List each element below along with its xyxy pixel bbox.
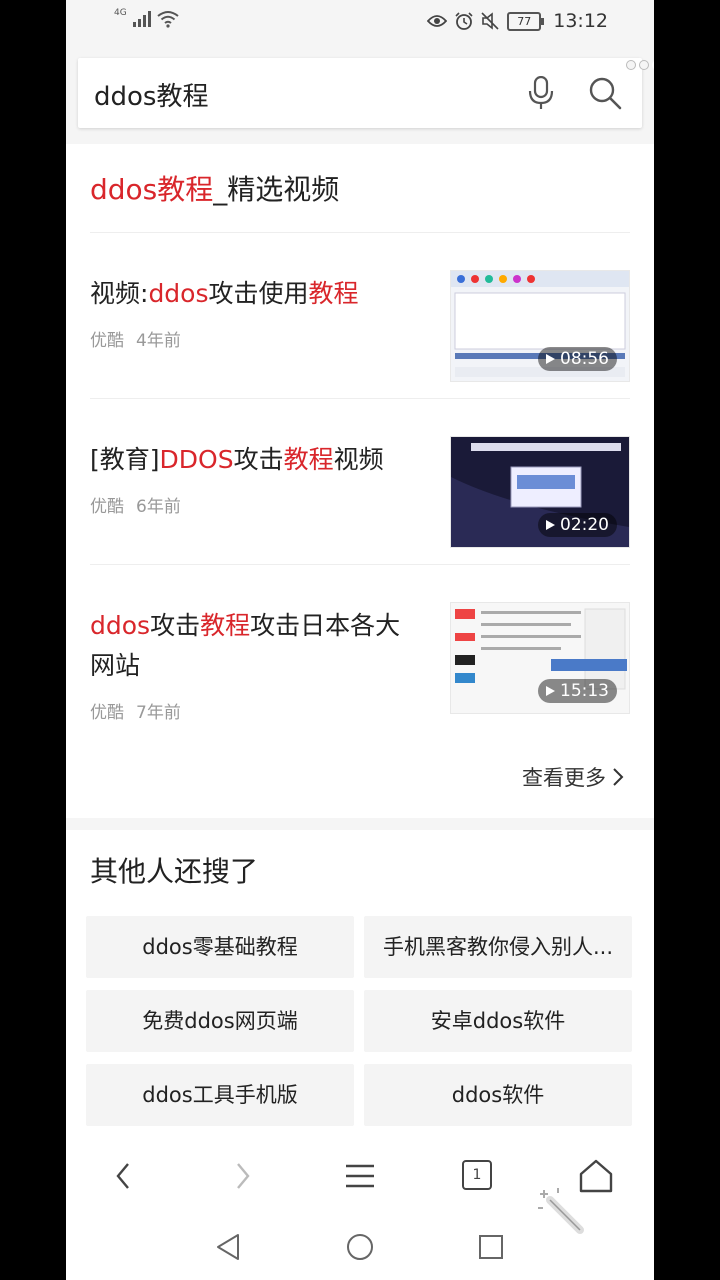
see-more-label: 查看更多 bbox=[522, 766, 606, 790]
video-meta: 优酷 4年前 bbox=[90, 326, 193, 351]
duration-text: 08:56 bbox=[560, 349, 609, 369]
video-source: 优酷 bbox=[90, 331, 124, 351]
forward-icon[interactable] bbox=[222, 1156, 262, 1196]
related-item[interactable]: 免费ddos网页端 bbox=[86, 990, 354, 1052]
title-text: 视频 bbox=[333, 445, 384, 474]
menu-icon[interactable] bbox=[340, 1156, 380, 1196]
video-thumbnail[interactable]: 08:56 bbox=[450, 270, 630, 382]
video-meta: 优酷 6年前 bbox=[90, 492, 193, 517]
title-keyword: ddos bbox=[148, 279, 209, 308]
related-item[interactable]: ddos软件 bbox=[364, 1064, 632, 1126]
video-title[interactable]: [教育]DDOS攻击教程视频 bbox=[90, 440, 420, 480]
video-title[interactable]: ddos攻击教程攻击日本各大网站 bbox=[90, 606, 420, 686]
tabs-count: 1 bbox=[462, 1160, 492, 1190]
video-title[interactable]: 视频:ddos攻击使用教程 bbox=[90, 274, 420, 314]
video-section-title[interactable]: ddos教程_精选视频 bbox=[90, 168, 339, 208]
page-dot bbox=[639, 60, 649, 70]
nav-back-icon[interactable] bbox=[214, 1232, 244, 1262]
network-label: 4G bbox=[114, 8, 127, 18]
title-keyword: ddos教程 bbox=[90, 173, 214, 206]
title-rest: _精选视频 bbox=[213, 173, 340, 206]
video-age: 7年前 bbox=[136, 703, 181, 723]
phone-screen: 4G 77 13:12 ddos教程 ddos教程_精选视频 视频:ddos攻击… bbox=[66, 0, 654, 1280]
divider bbox=[90, 232, 630, 233]
search-icon[interactable] bbox=[588, 76, 622, 110]
back-icon[interactable] bbox=[104, 1156, 144, 1196]
duration-text: 02:20 bbox=[560, 515, 609, 535]
status-left: 4G bbox=[114, 8, 179, 28]
video-age: 6年前 bbox=[136, 497, 181, 517]
mute-icon bbox=[481, 12, 499, 30]
related-searches: 其他人还搜了 ddos零基础教程 手机黑客教你侵入别人... 免费ddos网页端… bbox=[66, 830, 654, 1132]
play-icon bbox=[546, 354, 555, 364]
status-bar: 4G 77 13:12 bbox=[66, 0, 654, 46]
video-thumbnail[interactable]: 02:20 bbox=[450, 436, 630, 548]
alarm-icon bbox=[455, 12, 473, 30]
title-text: 视频: bbox=[90, 279, 149, 308]
page-dot bbox=[626, 60, 636, 70]
signal-icon bbox=[132, 11, 151, 27]
chevron-right-icon bbox=[613, 768, 624, 786]
status-right: 77 13:12 bbox=[427, 10, 608, 32]
related-item[interactable]: ddos工具手机版 bbox=[86, 1064, 354, 1126]
microphone-icon[interactable] bbox=[528, 76, 554, 110]
related-title: 其他人还搜了 bbox=[90, 855, 259, 888]
battery-indicator: 77 bbox=[507, 11, 545, 31]
title-keyword: 教程 bbox=[308, 279, 359, 308]
title-keyword: 教程 bbox=[283, 445, 334, 474]
search-bar[interactable]: ddos教程 bbox=[78, 58, 642, 128]
title-keyword: 教程 bbox=[200, 611, 251, 640]
video-duration: 15:13 bbox=[538, 679, 617, 703]
related-item[interactable]: 手机黑客教你侵入别人... bbox=[364, 916, 632, 978]
video-source: 优酷 bbox=[90, 497, 124, 517]
video-source: 优酷 bbox=[90, 703, 124, 723]
tabs-button[interactable]: 1 bbox=[458, 1156, 498, 1196]
search-input[interactable]: ddos教程 bbox=[94, 76, 208, 113]
video-age: 4年前 bbox=[136, 331, 181, 351]
clock: 13:12 bbox=[553, 10, 608, 32]
nav-recents-icon[interactable] bbox=[476, 1232, 506, 1262]
grid-shortcut-icon[interactable] bbox=[626, 1190, 654, 1232]
divider bbox=[90, 398, 630, 399]
title-keyword: ddos bbox=[90, 611, 151, 640]
wifi-icon bbox=[157, 11, 179, 28]
eye-icon bbox=[427, 15, 448, 27]
play-icon bbox=[546, 686, 555, 696]
video-meta: 优酷 7年前 bbox=[90, 698, 193, 723]
magic-wand-icon[interactable] bbox=[536, 1186, 586, 1236]
page-dot-active bbox=[652, 60, 654, 70]
title-text: 攻击使用 bbox=[208, 279, 309, 308]
title-text: 攻击 bbox=[233, 445, 284, 474]
nav-home-icon[interactable] bbox=[345, 1232, 375, 1262]
title-text: 攻击 bbox=[150, 611, 201, 640]
see-more-link[interactable]: 查看更多 bbox=[522, 762, 624, 792]
divider bbox=[90, 564, 630, 565]
video-thumbnail[interactable]: 15:13 bbox=[450, 602, 630, 714]
video-duration: 08:56 bbox=[538, 347, 617, 371]
duration-text: 15:13 bbox=[560, 681, 609, 701]
page-indicator bbox=[626, 60, 654, 70]
video-section: ddos教程_精选视频 视频:ddos攻击使用教程 优酷 4年前 08:56 [教育]D… bbox=[66, 144, 654, 818]
related-item[interactable]: ddos零基础教程 bbox=[86, 916, 354, 978]
title-keyword: DDOS bbox=[159, 445, 234, 474]
related-item[interactable]: 安卓ddos软件 bbox=[364, 990, 632, 1052]
video-duration: 02:20 bbox=[538, 513, 617, 537]
play-icon bbox=[546, 520, 555, 530]
title-text: [教育] bbox=[90, 445, 160, 474]
